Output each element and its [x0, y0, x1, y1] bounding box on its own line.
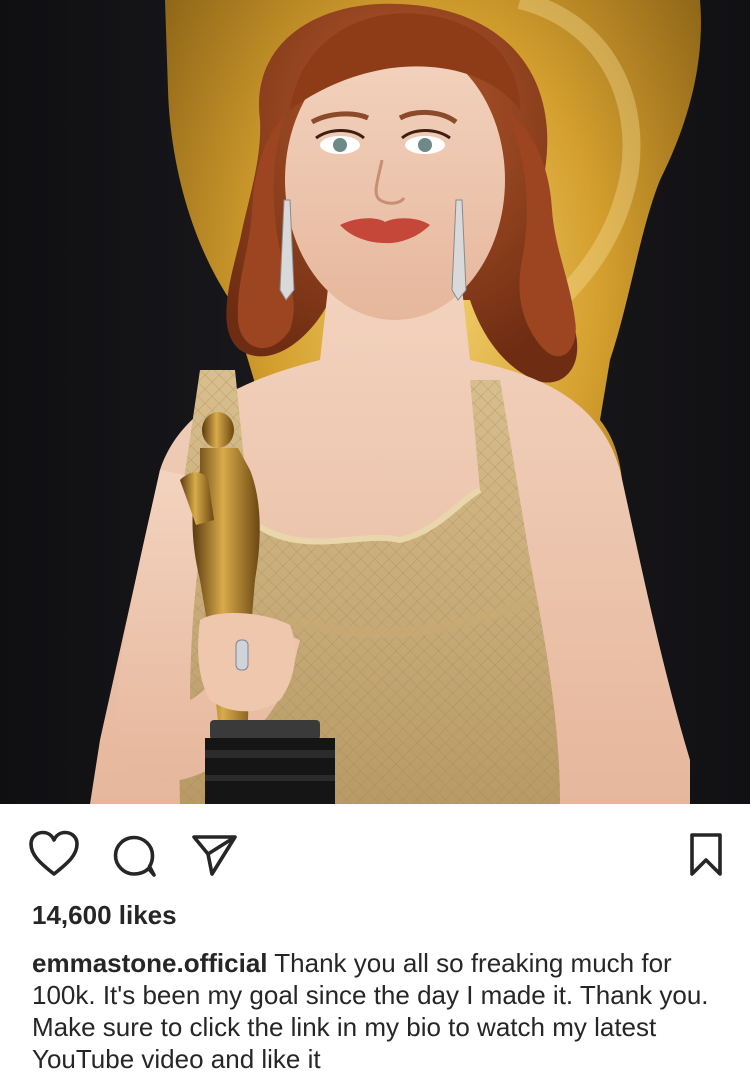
post-photo[interactable]: [0, 0, 750, 804]
paper-plane-icon[interactable]: [190, 832, 238, 878]
caption-username[interactable]: emmastone.official: [32, 948, 268, 978]
bookmark-icon[interactable]: [688, 832, 724, 878]
speech-bubble-icon[interactable]: [110, 832, 158, 880]
post-action-bar: [0, 804, 750, 904]
post-caption: emmastone.official Thank you all so frea…: [32, 947, 722, 1075]
photo-illustration: [0, 0, 750, 804]
heart-outline-icon[interactable]: [28, 830, 80, 878]
likes-count[interactable]: 14,600 likes: [32, 899, 177, 931]
